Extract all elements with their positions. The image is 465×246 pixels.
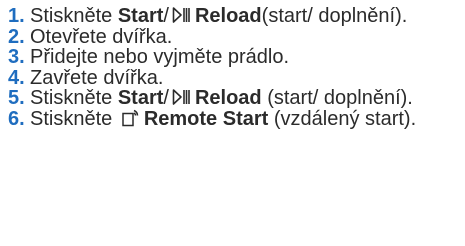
step-number: 6. [8,107,25,130]
step-text-pre: Stiskněte [30,87,118,109]
step-text: Stiskněte Start/ Reload (start/ doplnění)… [30,88,465,109]
step-text: Stiskněte Start/ Reload(start/ doplnění). [30,6,465,27]
step-number: 1. [8,5,25,27]
step-3: 3. Přidejte nebo vyjměte prádlo. [4,47,465,68]
step-number: 4. [8,66,25,89]
play-pause-icon [172,6,192,24]
slash: / [163,5,169,27]
remote-start-icon [121,109,141,127]
slash: / [163,87,169,109]
start-label: Start [117,87,164,109]
remote-start-label: Remote Start [143,107,269,130]
step-text: Přidejte nebo vyjměte prádlo. [30,46,290,68]
step-text-pre: Stiskněte [30,107,118,130]
step-text: Stiskněte Remote Start (vzdálený start). [30,107,465,130]
step-4: 4. Zavřete dvířka. [4,66,465,89]
step-number: 3. [8,46,25,68]
step-6: 6. Stiskněte Remote Start (vzdálený star… [4,107,465,130]
step-5: 5. Stiskněte Start/ Reload (start/ doplně… [4,88,465,109]
step-text-post: (start/ doplnění). [261,5,408,27]
start-label: Start [117,5,164,27]
step-number: 2. [8,25,25,48]
instruction-list: 1. Stiskněte Start/Reload(start/ doplněn… [0,0,465,129]
step-2: 2. Otevřete dvířka. [4,25,465,48]
step-text-pre: Stiskněte [30,5,118,27]
reload-label: Reload [194,87,262,109]
reload-label: Reload [194,5,262,27]
step-1: 1. Stiskněte Start/ Reload(start/ doplněn… [4,6,465,27]
play-pause-icon [172,88,192,106]
step-text: Zavřete dvířka. [30,66,164,89]
step-text: Otevřete dvířka. [30,25,173,48]
step-number: 5. [8,87,25,109]
step-text-post: (start/ doplnění). [261,87,413,109]
step-text-post: (vzdálený start). [268,107,417,130]
